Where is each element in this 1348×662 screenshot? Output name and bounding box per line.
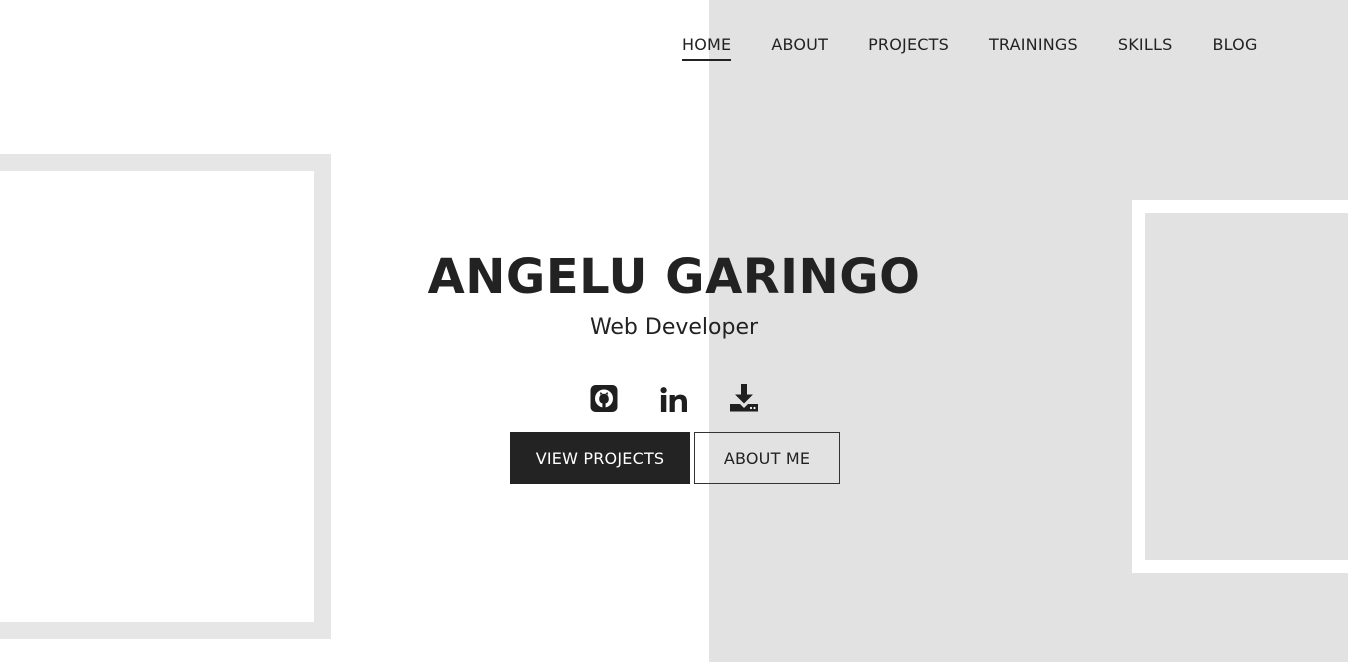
nav-item-home[interactable]: HOME: [662, 35, 751, 61]
hero: ANGELU GARINGO Web Developer: [0, 245, 1348, 343]
nav-item-label: BLOG: [1212, 35, 1258, 54]
nav-item-label: HOME: [682, 35, 732, 61]
nav-item-trainings[interactable]: TRAININGS: [969, 35, 1098, 61]
page: HOME ABOUT PROJECTS TRAININGS SKILLS BLO…: [0, 0, 1348, 662]
download-icon[interactable]: [730, 381, 758, 413]
hero-role: Web Developer: [589, 315, 759, 340]
hero-name: ANGELU GARINGO: [427, 249, 921, 305]
view-projects-button[interactable]: VIEW PROJECTS: [510, 432, 690, 484]
social-links: [0, 381, 1348, 413]
nav-item-label: TRAININGS: [988, 35, 1078, 54]
nav-item-skills[interactable]: SKILLS: [1098, 35, 1193, 61]
nav-item-label: SKILLS: [1117, 35, 1173, 54]
nav-item-label: ABOUT: [771, 35, 829, 54]
main-nav: HOME ABOUT PROJECTS TRAININGS SKILLS BLO…: [662, 0, 1278, 90]
about-me-button[interactable]: ABOUT ME: [694, 432, 840, 484]
linkedin-icon[interactable]: [660, 381, 688, 413]
hero-actions: VIEW PROJECTS ABOUT ME: [510, 432, 840, 484]
nav-item-about[interactable]: ABOUT: [751, 35, 848, 61]
nav-item-blog[interactable]: BLOG: [1192, 35, 1277, 61]
github-icon[interactable]: [590, 381, 618, 413]
nav-item-label: PROJECTS: [868, 35, 949, 54]
nav-item-projects[interactable]: PROJECTS: [848, 35, 969, 61]
